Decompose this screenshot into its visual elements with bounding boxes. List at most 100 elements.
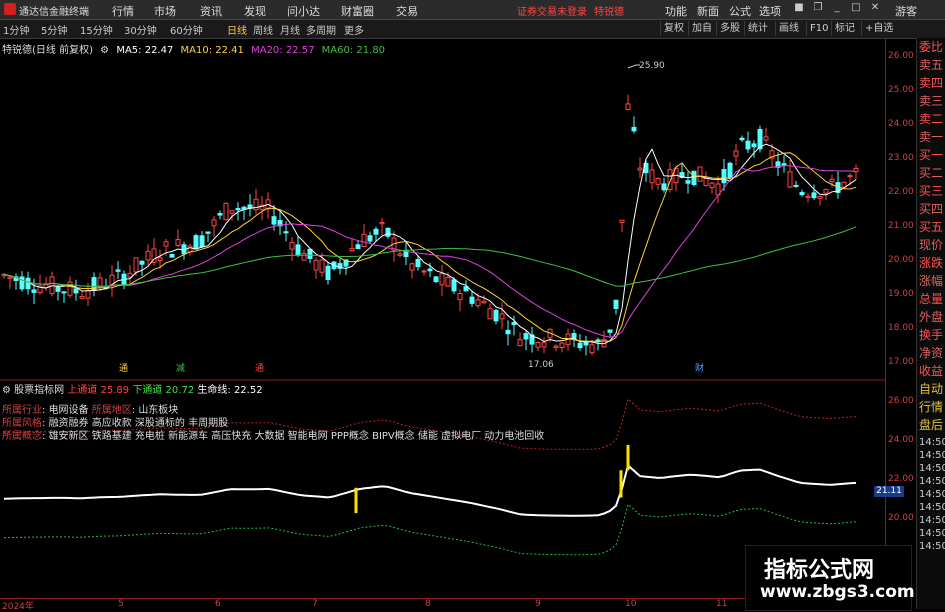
period-monthly[interactable]: 月线	[280, 22, 300, 37]
side-panel-item[interactable]: 卖三	[919, 94, 943, 108]
side-panel-item[interactable]: 卖四	[919, 76, 943, 90]
candle-body	[445, 277, 451, 287]
event-marker-jian[interactable]: 减	[176, 362, 185, 374]
candle-body	[427, 268, 433, 272]
maximize-icon[interactable]: □	[849, 2, 863, 16]
candle-body	[139, 260, 145, 265]
chart-settings-icon[interactable]: ⚙	[2, 385, 11, 396]
lower-channel-line	[3, 503, 857, 556]
candle-body	[553, 345, 559, 348]
close-icon[interactable]: ✕	[868, 2, 882, 16]
side-panel-item[interactable]: 14:50	[919, 462, 945, 476]
side-panel-item[interactable]: 盘后	[919, 418, 943, 432]
x-tick: 5	[118, 599, 124, 609]
menu-options[interactable]: 选项	[759, 3, 781, 19]
side-panel-item[interactable]: 14:50	[919, 514, 945, 528]
side-panel-item[interactable]: 买一	[919, 148, 943, 162]
restore-right-button[interactable]: 复权	[660, 21, 687, 36]
menu-function[interactable]: 功能	[665, 3, 687, 19]
candle-body	[301, 252, 307, 261]
multi-stock-button[interactable]: 多股	[716, 21, 743, 36]
side-panel-item[interactable]: 卖二	[919, 112, 943, 126]
side-panel-item[interactable]: 自动	[919, 382, 943, 396]
period-5min[interactable]: 5分钟	[41, 22, 67, 37]
settings-gear-icon[interactable]: ⚙	[100, 45, 109, 56]
y-tick: 22.00	[888, 187, 914, 197]
candle-body	[691, 170, 697, 185]
side-panel-item[interactable]: 收益	[919, 364, 943, 378]
skin-icon[interactable]: ■	[792, 2, 806, 16]
period-60min[interactable]: 60分钟	[170, 22, 203, 37]
candle-body	[709, 182, 715, 189]
period-1min[interactable]: 1分钟	[3, 22, 29, 37]
side-panel-item[interactable]: 买四	[919, 202, 943, 216]
side-panel-item[interactable]: 卖一	[919, 130, 943, 144]
period-30min[interactable]: 30分钟	[124, 22, 157, 37]
ma60-value: MA60: 21.80	[321, 45, 386, 56]
y-tick: 23.00	[888, 153, 914, 163]
event-marker-tong2[interactable]: 通	[255, 363, 264, 374]
event-marker-tong1[interactable]: 通	[119, 363, 128, 374]
period-multi[interactable]: 多周期	[306, 22, 336, 37]
menu-item-quotes[interactable]: 行情	[112, 3, 134, 19]
menu-item-news[interactable]: 资讯	[200, 3, 222, 19]
side-panel-item[interactable]: 委比	[919, 40, 943, 54]
candle-body	[271, 216, 277, 225]
side-panel-item[interactable]: 外盘	[919, 310, 943, 324]
restore-icon[interactable]: ❐	[811, 2, 825, 16]
kline-chart[interactable]: 25.90 17.06 通 减 通 财	[0, 38, 885, 598]
menu-item-fortune[interactable]: 财富圈	[341, 3, 374, 19]
add-watchlist-button[interactable]: +自选	[861, 21, 896, 36]
event-marker-cai[interactable]: 财	[695, 362, 704, 374]
period-daily[interactable]: 日线	[227, 22, 247, 37]
side-panel-item[interactable]: 14:50	[919, 527, 945, 541]
lower-channel-label: 下通道	[132, 385, 163, 396]
side-panel-item[interactable]: 买五	[919, 220, 943, 234]
side-panel-item[interactable]: 行情	[919, 400, 943, 414]
low-price-label: 17.06	[528, 360, 554, 370]
menu-new-page[interactable]: 新面	[697, 3, 719, 19]
candle-body	[415, 259, 421, 268]
statistics-button[interactable]: 统计	[744, 21, 771, 36]
side-panel-item[interactable]: 14:50	[919, 501, 945, 515]
candle-body	[625, 103, 631, 110]
menu-guest[interactable]: 游客	[895, 3, 917, 19]
draw-line-button[interactable]: 画线	[775, 21, 802, 36]
side-panel-item[interactable]: 涨幅	[919, 274, 943, 288]
side-panel-item[interactable]: 净资	[919, 346, 943, 360]
side-panel-item[interactable]: 涨跌	[919, 256, 943, 270]
side-panel-item[interactable]: 现价	[919, 238, 943, 252]
side-panel-item[interactable]: 卖五	[919, 58, 943, 72]
side-panel-item[interactable]: 买二	[919, 166, 943, 180]
high-price-label: 25.90	[639, 61, 665, 71]
period-weekly[interactable]: 周线	[253, 22, 273, 37]
add-self-button[interactable]: 加自	[688, 21, 715, 36]
side-panel-item[interactable]: 14:50	[919, 436, 945, 450]
side-panel-item[interactable]: 14:50	[919, 540, 945, 554]
candle-body	[661, 183, 667, 191]
stock-title: 特锐德(日线 前复权)	[2, 45, 93, 56]
f10-button[interactable]: F10	[806, 21, 831, 36]
menu-item-ask[interactable]: 问小达	[287, 3, 320, 19]
candle-body	[745, 140, 751, 150]
side-panel-item[interactable]: 换手	[919, 328, 943, 342]
candle-body	[379, 221, 385, 225]
mark-button[interactable]: 标记	[831, 21, 858, 36]
candle-body	[637, 167, 643, 171]
indicator-name[interactable]: 股票指标网	[14, 385, 64, 396]
period-15min[interactable]: 15分钟	[80, 22, 113, 37]
menu-item-trade[interactable]: 交易	[396, 3, 418, 19]
minimize-icon[interactable]: _	[830, 2, 844, 16]
period-more[interactable]: 更多	[344, 22, 364, 37]
quote-side-panel[interactable]: 委比卖五卖四卖三卖二卖一买一买二买三买四买五现价涨跌涨幅总量外盘换手净资收益自动…	[916, 38, 945, 609]
menu-formula[interactable]: 公式	[729, 3, 751, 19]
side-panel-item[interactable]: 14:50	[919, 475, 945, 489]
stock-name-title: 特锐德	[594, 7, 624, 18]
side-panel-item[interactable]: 14:50	[919, 488, 945, 502]
side-panel-item[interactable]: 总量	[919, 292, 943, 306]
side-panel-item[interactable]: 买三	[919, 184, 943, 198]
life-line	[3, 463, 857, 517]
menu-item-market[interactable]: 市场	[154, 3, 176, 19]
side-panel-item[interactable]: 14:50	[919, 449, 945, 463]
menu-item-discover[interactable]: 发现	[244, 3, 266, 19]
